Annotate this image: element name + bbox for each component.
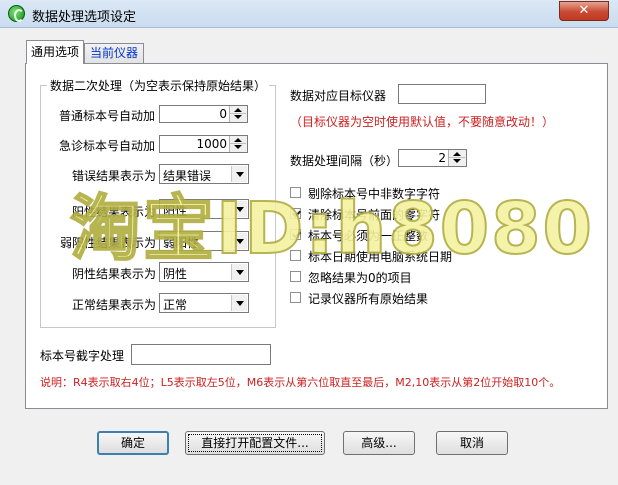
normal-combo[interactable]: 正常 [159,293,249,313]
window-title: 数据处理选项设定 [32,10,137,25]
emergency-label: 急诊标本号自动加 [59,139,156,153]
checkbox-box[interactable] [290,187,301,198]
checkbox-ignore-zero[interactable]: 忽略结果为0的项目 [290,269,580,285]
emergency-value: 1000 [196,137,227,151]
checkbox-positive-integer[interactable]: 标本号必须为一正整数 [290,227,580,243]
target-instrument-input[interactable] [398,84,486,104]
interval-value: 2 [438,151,446,165]
error-value: 结果错误 [163,169,212,183]
emergency-spinner[interactable]: 1000 [159,135,248,153]
negative-combo[interactable]: 阴性 [159,262,249,282]
weak-positive-value: 弱阳性 [163,236,200,250]
target-instrument-label: 数据对应目标仪器 [290,89,387,103]
chevron-down-icon[interactable] [231,295,247,311]
spin-arrows-icon[interactable] [448,150,466,166]
checkbox-label: 剔除标本号中非数字字符 [308,187,441,201]
checkbox-box[interactable] [290,271,301,282]
interval-spinner[interactable]: 2 [398,149,467,167]
normal-value: 正常 [163,298,188,312]
positive-value: 阳性 [163,204,188,218]
spin-arrows-icon[interactable] [229,136,247,152]
routine-spinner[interactable]: 0 [159,105,248,123]
checkbox-record-raw[interactable]: 记录仪器所有原始结果 [290,290,580,306]
checkbox-label: 记录仪器所有原始结果 [308,292,429,306]
weak-positive-combo[interactable]: 弱阳性 [159,231,249,251]
checkbox-strip-nondigit[interactable]: 剔除标本号中非数字字符 [290,185,580,201]
checkbox-label: 标本号必须为一正整数 [308,229,429,243]
ok-button[interactable]: 确定 [97,431,169,455]
close-button[interactable]: ✕ [559,1,609,21]
advanced-button[interactable]: 高级... [343,431,415,455]
app-icon [8,5,25,22]
positive-label: 阳性结果表示为 [72,205,157,219]
explain-text: 说明：R4表示取右4位；L5表示取左5位，M6表示从第六位取直至最后，M2,10… [40,376,561,389]
positive-combo[interactable]: 阳性 [159,199,249,219]
negative-label: 阴性结果表示为 [72,267,157,281]
open-config-button[interactable]: 直接打开配置文件... [185,431,325,455]
title-bar: 数据处理选项设定 ✕ [0,0,618,28]
negative-value: 阴性 [163,267,188,281]
chevron-down-icon[interactable] [231,233,247,249]
group-legend: 数据二次处理（为空表示保持原始结果） [47,77,270,94]
cancel-button[interactable]: 取消 [436,431,508,455]
checkbox-label: 忽略结果为0的项目 [308,271,412,285]
checkbox-label: 清除标本号前面的零字符 [308,208,441,222]
truncate-label: 标本号截字处理 [40,349,125,363]
routine-value: 0 [219,107,227,121]
chevron-down-icon[interactable] [231,166,247,182]
routine-label: 普通标本号自动加 [59,109,156,123]
tab-general[interactable]: 通用选项 [26,40,84,64]
normal-label: 正常结果表示为 [72,298,157,312]
checkbox-box[interactable] [290,292,301,303]
target-instrument-note: （目标仪器为空时使用默认值，不要随意改动！） [290,115,555,129]
checkbox-system-date[interactable]: 标本日期使用电脑系统日期 [290,248,580,264]
interval-label: 数据处理间隔（秒） [290,154,399,168]
checkmark-icon[interactable] [290,229,301,240]
chevron-down-icon[interactable] [231,201,247,217]
weak-positive-label: 弱阳性结果表示为 [60,236,157,250]
checkbox-label: 标本日期使用电脑系统日期 [308,250,453,264]
checkmark-icon[interactable] [290,208,301,219]
tab-current-instrument[interactable]: 当前仪器 [84,43,144,63]
truncate-input[interactable] [131,344,271,365]
spin-arrows-icon[interactable] [229,106,247,122]
error-combo[interactable]: 结果错误 [159,164,249,184]
chevron-down-icon[interactable] [231,264,247,280]
checkbox-trim-leading-zero[interactable]: 清除标本号前面的零字符 [290,206,580,222]
checkbox-box[interactable] [290,250,301,261]
error-label: 错误结果表示为 [72,169,157,183]
